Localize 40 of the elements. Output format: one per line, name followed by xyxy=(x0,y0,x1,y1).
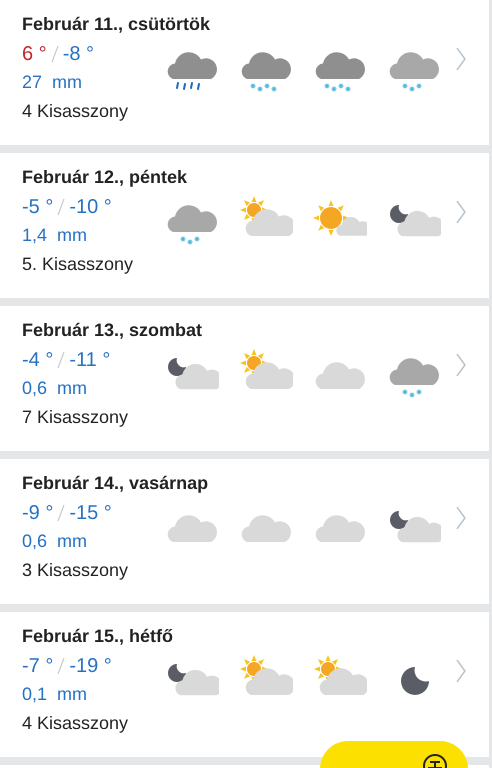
high-temperature: -7 ° xyxy=(22,654,54,679)
chevron-right-icon xyxy=(455,46,467,72)
precipitation: 0,6 mm xyxy=(22,530,88,553)
day-card[interactable]: Február 14., vasárnap -9 ° -15 ° 0,6 mm 3 Kisasszony xyxy=(0,459,489,604)
precipitation: 0,6 mm xyxy=(22,377,88,400)
name-day: 5. Kisasszony xyxy=(22,251,467,277)
low-temperature: -8 ° xyxy=(62,42,94,67)
high-temperature: -5 ° xyxy=(22,195,54,220)
day-card[interactable]: Február 15., hétfő -7 ° -19 ° 0,1 mm 4 Kisasszony xyxy=(0,612,489,757)
low-temperature: -15 ° xyxy=(69,501,112,526)
low-temperature: -19 ° xyxy=(69,654,112,679)
chevron-right-icon xyxy=(455,352,467,378)
chevron-right-icon xyxy=(455,505,467,531)
high-temperature: -4 ° xyxy=(22,348,54,373)
chevron-right-icon xyxy=(455,658,467,684)
name-day: 7 Kisasszony xyxy=(22,404,467,430)
slash-divider xyxy=(57,351,66,369)
high-temperature: -9 ° xyxy=(22,501,54,526)
slash-divider xyxy=(50,45,59,63)
name-day: 3 Kisasszony xyxy=(22,557,467,583)
date-title: Február 15., hétfő xyxy=(22,625,174,648)
low-temperature: -10 ° xyxy=(69,195,112,220)
date-title: Február 11., csütörtök xyxy=(22,13,212,36)
date-title: Február 13., szombat xyxy=(22,319,204,342)
precipitation: 0,1 mm xyxy=(22,683,88,706)
precipitation: 27 mm xyxy=(22,71,84,94)
name-day: 4 Kisasszony xyxy=(22,98,467,124)
precipitation: 1,4 mm xyxy=(22,224,88,247)
low-temperature: -11 ° xyxy=(69,348,110,373)
slash-divider xyxy=(57,198,66,216)
day-card[interactable]: Február 11., csütörtök 6 ° -8 ° 27 mm 4 Kisasszony xyxy=(0,0,489,145)
date-title: Február 12., péntek xyxy=(22,166,188,189)
slash-divider xyxy=(57,657,66,675)
day-card[interactable]: Február 12., péntek -5 ° -10 ° 1,4 mm 5. Kisasszony xyxy=(0,153,489,298)
high-temperature: 6 ° xyxy=(22,42,47,67)
slash-divider xyxy=(57,504,66,522)
date-title: Február 14., vasárnap xyxy=(22,472,210,495)
name-day: 4 Kisasszony xyxy=(22,710,467,736)
chevron-right-icon xyxy=(455,199,467,225)
day-card[interactable]: Február 13., szombat -4 ° -11 ° 0,6 mm 7 Kisasszony xyxy=(0,306,489,451)
